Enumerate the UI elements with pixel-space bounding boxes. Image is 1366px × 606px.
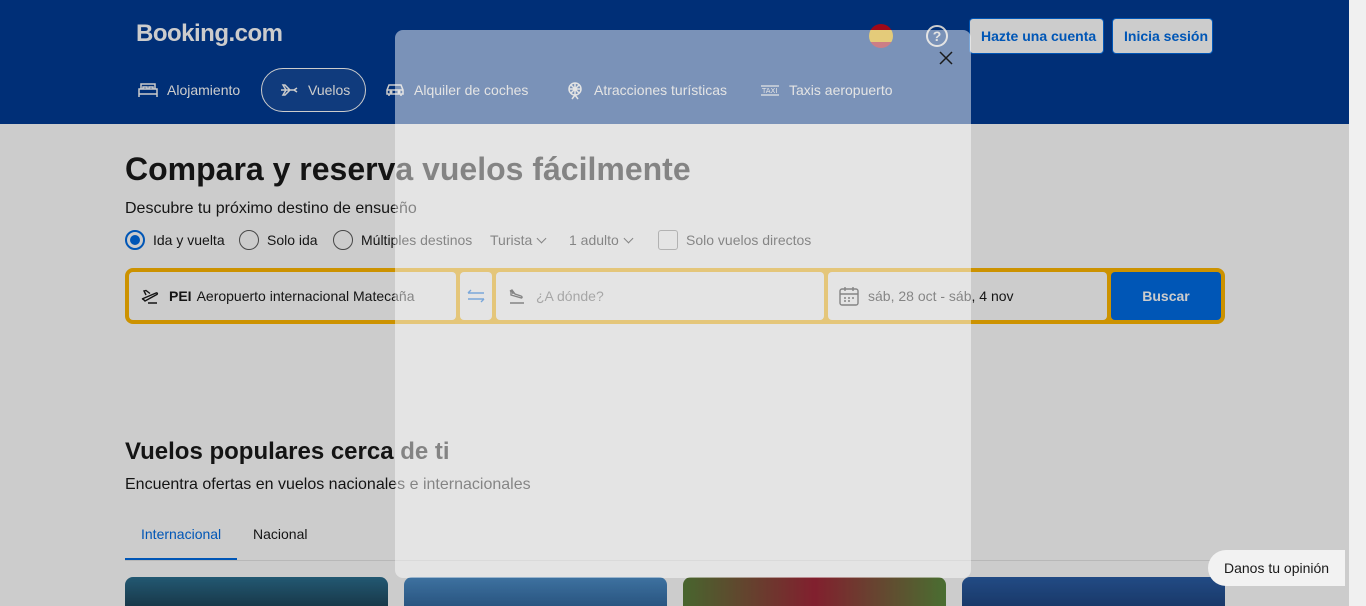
close-icon[interactable] [936, 48, 956, 68]
feedback-button[interactable]: Danos tu opinión [1208, 550, 1345, 586]
modal-dialog [395, 30, 971, 578]
page-scrollbar[interactable] [1349, 0, 1366, 606]
